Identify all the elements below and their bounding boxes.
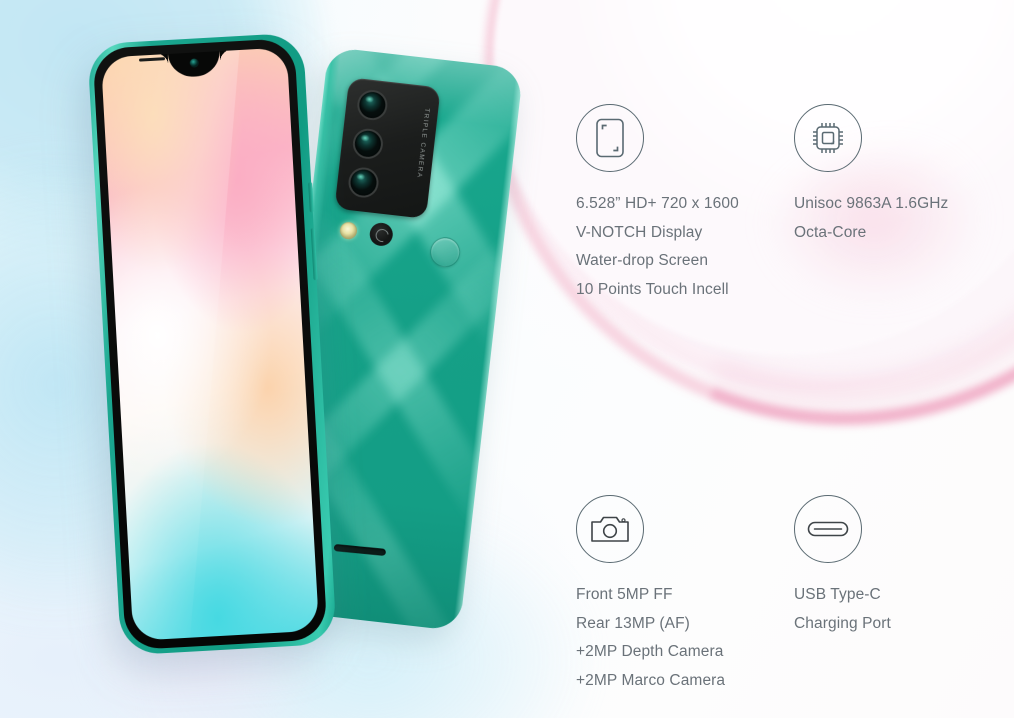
phone-screen-wallpaper [100,47,320,641]
spec-item-camera: Front 5MP FF Rear 13MP (AF) +2MP Depth C… [576,495,794,695]
spec-item-charging: USB Type-C Charging Port [794,495,996,695]
processor-spec-lines: Unisoc 9863A 1.6GHz Octa-Core [794,190,996,247]
camera-spec-line-2: Rear 13MP (AF) [576,614,690,632]
cpu-chip-icon [794,104,862,172]
spec-item-processor: Unisoc 9863A 1.6GHz Octa-Core [794,104,996,304]
product-photography: TRIPLE CAMERA [0,0,524,718]
processor-spec-line-1: Unisoc 9863A 1.6GHz [794,195,949,212]
triple-camera-module: TRIPLE CAMERA [334,77,441,219]
phone-bezel [92,37,328,651]
processor-spec-line-2: Octa-Core [794,223,867,241]
camera-spec-lines: Front 5MP FF Rear 13MP (AF) +2MP Depth C… [576,581,794,695]
front-facing-phone [87,32,337,656]
display-spec-lines: 6.528” HD+ 720 x 1600 V-NOTCH Display Wa… [576,190,794,304]
charging-spec-lines: USB Type-C Charging Port [794,581,996,638]
spec-row-bottom: Front 5MP FF Rear 13MP (AF) +2MP Depth C… [576,495,996,695]
screen-glass-reflection [100,47,244,641]
camera-lens-1 [355,88,389,122]
display-spec-line-2: V-NOTCH Display [576,223,703,241]
camera-icon [576,495,644,563]
display-spec-line-4: 10 Points Touch Incell [576,280,729,298]
display-icon [576,104,644,172]
spec-grid: 6.528” HD+ 720 x 1600 V-NOTCH Display Wa… [576,104,996,695]
spec-item-display: 6.528” HD+ 720 x 1600 V-NOTCH Display Wa… [576,104,794,304]
camera-spec-line-3: +2MP Depth Camera [576,643,724,660]
charging-spec-line-1: USB Type-C [794,586,881,603]
camera-lens-3 [346,165,381,200]
camera-spec-line-1: Front 5MP FF [576,586,673,603]
spec-row-top: 6.528” HD+ 720 x 1600 V-NOTCH Display Wa… [576,104,996,304]
charging-spec-line-2: Charging Port [794,614,891,632]
camera-spec-line-4: +2MP Marco Camera [576,671,726,689]
display-spec-line-1: 6.528” HD+ 720 x 1600 [576,195,739,212]
display-spec-line-3: Water-drop Screen [576,252,709,269]
camera-module-label: TRIPLE CAMERA [415,107,431,179]
product-spec-banner: TRIPLE CAMERA 6.528” HD+ 720 x 1600 V-NO… [0,0,1014,718]
usb-type-c-icon [794,495,862,563]
camera-lens-2 [351,127,385,161]
